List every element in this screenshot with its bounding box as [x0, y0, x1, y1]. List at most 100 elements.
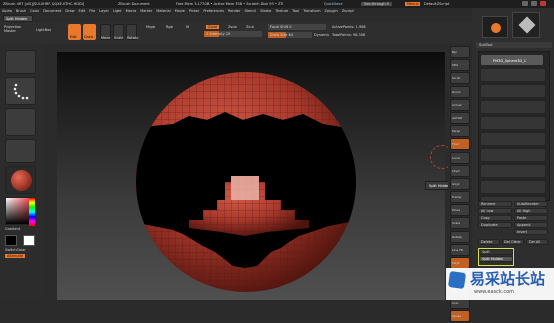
zsub-button[interactable]: Zsub	[228, 25, 237, 29]
draw-size-slider[interactable]: Draw Size 64	[268, 32, 312, 38]
tool-scroll-button[interactable]: Scroll	[450, 72, 470, 85]
default-zscript-button[interactable]: DefaultZScript	[424, 2, 449, 6]
tool-aahalf-button[interactable]: AAHalf	[450, 111, 470, 124]
all-high-button[interactable]: All High	[514, 208, 548, 214]
menu-item-zplugin[interactable]: Zplugin	[324, 9, 337, 13]
tool-zoom-button[interactable]: Zoom	[450, 85, 470, 98]
brush-thumbnail[interactable]	[5, 50, 36, 74]
stroke-thumbnail[interactable]	[5, 77, 36, 105]
tool-thumbnail-2[interactable]	[512, 12, 540, 38]
menu-item-zscript[interactable]: Zscript	[342, 9, 354, 13]
subtool-row-empty[interactable]	[480, 84, 546, 98]
subtool-header[interactable]: SubTool	[476, 42, 552, 48]
menu-item-edit[interactable]: Edit	[79, 9, 86, 13]
menu-item-stroke[interactable]: Stroke	[260, 9, 271, 13]
tool-rotate-button[interactable]: Rotate	[450, 230, 470, 243]
tool-bpr-button[interactable]: Bpr	[450, 46, 470, 58]
tool-frame-button[interactable]: Frame	[450, 191, 470, 204]
del-other-button[interactable]: Del Other	[502, 239, 524, 245]
move-button[interactable]: Move	[100, 24, 111, 40]
tool-local-button[interactable]: Local	[450, 151, 470, 164]
menu-item-stencil[interactable]: Stencil	[244, 9, 256, 13]
split-hidden-button[interactable]: Split Hidden	[479, 256, 513, 262]
maximize-icon[interactable]	[531, 1, 537, 6]
tool-move-button[interactable]: Move	[450, 204, 470, 217]
tool-lsym-button[interactable]: LSym	[450, 164, 470, 177]
tool-persp-button[interactable]: Persp	[450, 125, 470, 138]
main-color-swatch[interactable]	[5, 235, 17, 246]
z-intensity-slider[interactable]: Z Intensity 25	[204, 31, 262, 37]
menu-item-draw[interactable]: Draw	[65, 9, 74, 13]
paste-button[interactable]: Paste	[514, 215, 548, 221]
all-low-button[interactable]: All Low	[478, 208, 512, 214]
edit-button[interactable]: Edit	[68, 24, 81, 40]
quicksave-button[interactable]: QuickSave	[324, 2, 343, 6]
menu-item-alpha[interactable]: Alpha	[2, 9, 12, 13]
copy-button[interactable]: Copy	[478, 215, 512, 221]
color-picker[interactable]	[5, 197, 36, 226]
subtool-row-empty[interactable]	[480, 116, 546, 130]
menu-item-light[interactable]: Light	[113, 9, 122, 13]
tool-thumbnail-1[interactable]	[482, 16, 508, 38]
texture-thumbnail[interactable]	[5, 139, 36, 163]
rename-button[interactable]: Rename	[478, 201, 512, 207]
split-header[interactable]: Split	[479, 249, 513, 255]
menu-item-marker[interactable]: Marker	[140, 9, 152, 13]
tool-xpose-button[interactable]: Xpose	[450, 309, 470, 322]
alternate-button[interactable]: Alternate	[5, 254, 26, 258]
menu-item-picker[interactable]: Picker	[189, 9, 199, 13]
secondary-color-swatch[interactable]	[23, 235, 35, 246]
zadd-button[interactable]: Zadd	[206, 25, 219, 29]
menus-button[interactable]: Menus	[405, 2, 421, 6]
tool-line-fill-button[interactable]: Line Fill	[450, 243, 470, 256]
switchcolor-button[interactable]: SwitchColor	[5, 248, 26, 252]
canvas[interactable]	[57, 52, 445, 300]
tool-spix-button[interactable]: SPix	[450, 59, 470, 72]
append-button[interactable]: Append	[514, 222, 548, 228]
tool-actual-button[interactable]: Actual	[450, 98, 470, 111]
scale-button[interactable]: Scale	[113, 24, 124, 40]
subtool-row-empty[interactable]	[480, 132, 546, 146]
minimize-icon[interactable]	[522, 1, 528, 6]
autoreorder-button[interactable]: AutoReorder	[514, 201, 548, 207]
subtool-row-empty[interactable]	[480, 148, 546, 162]
delete-button[interactable]: Delete	[478, 239, 500, 245]
projection-master-button[interactable]: Projection Master	[4, 25, 30, 33]
tool-floor-button[interactable]: Floor	[450, 138, 470, 151]
mrgb-button[interactable]: Mrgb	[146, 25, 155, 29]
seethrough-slider[interactable]: See-through 0	[361, 2, 392, 6]
dynamic-button[interactable]: Dynamic	[314, 33, 329, 37]
menu-item-color[interactable]: Color	[30, 9, 39, 13]
menu-item-tool[interactable]: Tool	[292, 9, 299, 13]
tool-scale-button[interactable]: Scale	[450, 217, 470, 230]
menu-item-preferences[interactable]: Preferences	[203, 9, 224, 13]
tool-gxyz-button[interactable]: Gxyz	[450, 177, 470, 190]
del-all-button[interactable]: Del All	[526, 239, 548, 245]
window-controls[interactable]	[520, 1, 550, 7]
menu-item-movie[interactable]: Movie	[175, 9, 185, 13]
menu-item-file[interactable]: File	[89, 9, 95, 13]
menu-item-material[interactable]: Material	[156, 9, 170, 13]
subtool-row-empty[interactable]	[480, 164, 546, 178]
subtool-row-empty[interactable]	[480, 68, 546, 82]
subtool-row-active[interactable]: PM3D_Sphere3D_1	[480, 54, 544, 66]
rotate-button[interactable]: Rotate	[126, 24, 138, 40]
material-thumbnail[interactable]	[5, 166, 36, 194]
m-button[interactable]: M	[186, 25, 189, 29]
menu-item-document[interactable]: Document	[43, 9, 61, 13]
focal-shift-slider[interactable]: Focal Shift 0	[268, 24, 326, 30]
insert-button[interactable]: Insert	[514, 229, 548, 235]
menu-item-render[interactable]: Render	[228, 9, 240, 13]
menu-item-macro[interactable]: Macro	[126, 9, 137, 13]
lightbox-button[interactable]: LightBox	[36, 28, 51, 32]
menu-item-texture[interactable]: Texture	[275, 9, 288, 13]
draw-button[interactable]: Draw	[83, 24, 96, 40]
duplicate-button[interactable]: Duplicate	[478, 222, 512, 228]
alpha-thumbnail[interactable]	[5, 108, 36, 136]
subtool-row-empty[interactable]	[480, 100, 546, 114]
subtool-row-empty[interactable]	[480, 180, 546, 194]
close-icon[interactable]	[540, 1, 546, 6]
menu-item-brush[interactable]: Brush	[16, 9, 26, 13]
menu-item-layer[interactable]: Layer	[99, 9, 109, 13]
menu-item-transform[interactable]: Transform	[303, 9, 320, 13]
